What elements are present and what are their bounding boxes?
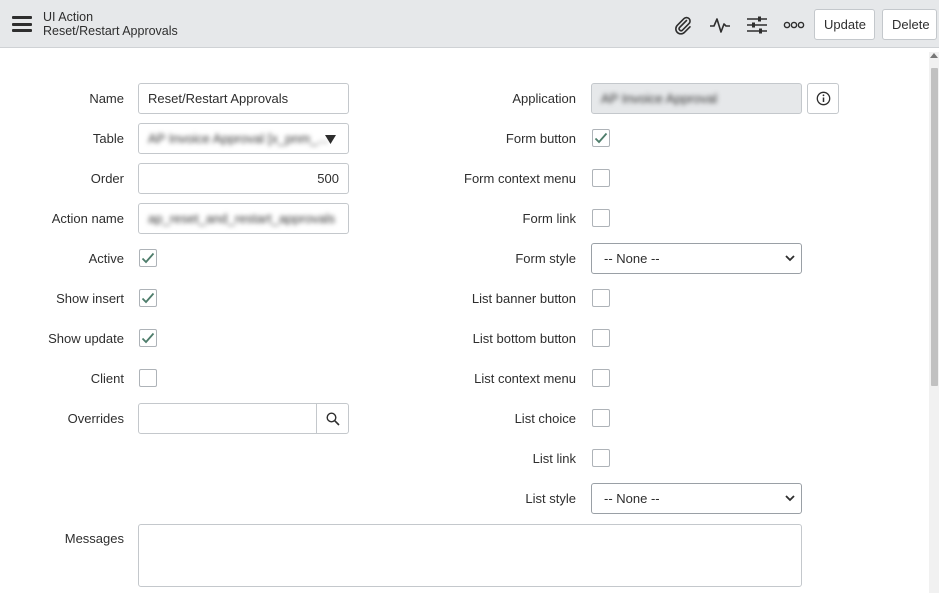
action-name-label: Action name bbox=[51, 211, 124, 226]
list-style-value: -- None -- bbox=[604, 491, 660, 506]
form-button-checkbox[interactable] bbox=[592, 129, 610, 147]
checkmark-icon bbox=[141, 332, 155, 344]
order-input[interactable]: 500 bbox=[138, 163, 349, 194]
record-name-subtitle: Reset/Restart Approvals bbox=[43, 24, 178, 38]
messages-label: Messages bbox=[64, 531, 124, 546]
overrides-input[interactable] bbox=[138, 403, 318, 434]
chevron-down-icon bbox=[785, 495, 795, 502]
more-icon[interactable] bbox=[782, 13, 806, 37]
table-label: Table bbox=[92, 131, 124, 146]
checkmark-icon bbox=[594, 132, 608, 144]
list-style-label: List style bbox=[525, 491, 576, 506]
activity-icon[interactable] bbox=[708, 13, 732, 37]
form-header: UI Action Reset/Restart Approvals Update… bbox=[0, 0, 939, 48]
overrides-label: Overrides bbox=[67, 411, 124, 426]
list-choice-label: List choice bbox=[514, 411, 576, 426]
list-choice-checkbox[interactable] bbox=[592, 409, 610, 427]
list-context-menu-checkbox[interactable] bbox=[592, 369, 610, 387]
client-checkbox[interactable] bbox=[139, 369, 157, 387]
record-type-title: UI Action bbox=[43, 10, 94, 24]
list-bottom-button-checkbox[interactable] bbox=[592, 329, 610, 347]
sliders-icon[interactable] bbox=[745, 13, 769, 37]
order-label: Order bbox=[90, 171, 124, 186]
form-link-checkbox[interactable] bbox=[592, 209, 610, 227]
delete-button[interactable]: Delete bbox=[882, 9, 937, 40]
list-banner-button-checkbox[interactable] bbox=[592, 289, 610, 307]
paperclip-icon[interactable] bbox=[671, 13, 695, 37]
name-input[interactable]: Reset/Restart Approvals bbox=[138, 83, 349, 114]
dropdown-arrow-icon bbox=[325, 135, 336, 144]
list-link-label: List link bbox=[532, 451, 576, 466]
application-info-button[interactable] bbox=[807, 83, 839, 114]
update-button[interactable]: Update bbox=[814, 9, 875, 40]
form-style-select[interactable]: -- None -- bbox=[591, 243, 802, 274]
list-style-select[interactable]: -- None -- bbox=[591, 483, 802, 514]
scroll-up-arrow-icon[interactable] bbox=[930, 53, 938, 58]
list-banner-button-label: List banner button bbox=[471, 291, 576, 306]
show-update-checkbox[interactable] bbox=[139, 329, 157, 347]
overrides-lookup-button[interactable] bbox=[316, 403, 349, 434]
application-value: AP Invoice Approval bbox=[601, 91, 718, 106]
checkmark-icon bbox=[141, 252, 155, 264]
scrollbar-thumb[interactable] bbox=[931, 68, 938, 386]
table-value: AP Invoice Approval [x_pnm_... bbox=[148, 131, 329, 146]
active-checkbox[interactable] bbox=[139, 249, 157, 267]
table-select[interactable]: AP Invoice Approval [x_pnm_... bbox=[138, 123, 349, 154]
menu-icon[interactable] bbox=[12, 16, 32, 32]
action-name-value: ap_reset_and_restart_approvals bbox=[148, 211, 336, 226]
form-style-value: -- None -- bbox=[604, 251, 660, 266]
action-name-input[interactable]: ap_reset_and_restart_approvals bbox=[138, 203, 349, 234]
show-insert-checkbox[interactable] bbox=[139, 289, 157, 307]
application-label: Application bbox=[512, 91, 576, 106]
list-bottom-button-label: List bottom button bbox=[472, 331, 576, 346]
form-context-menu-checkbox[interactable] bbox=[592, 169, 610, 187]
checkmark-icon bbox=[141, 292, 155, 304]
form-style-label: Form style bbox=[515, 251, 576, 266]
form-link-label: Form link bbox=[522, 211, 576, 226]
show-update-label: Show update bbox=[48, 331, 124, 346]
name-label: Name bbox=[89, 91, 124, 106]
application-input: AP Invoice Approval bbox=[591, 83, 802, 114]
client-label: Client bbox=[90, 371, 124, 386]
info-icon bbox=[816, 91, 831, 106]
form-context-menu-label: Form context menu bbox=[464, 171, 576, 186]
chevron-down-icon bbox=[785, 255, 795, 262]
active-label: Active bbox=[88, 251, 124, 266]
show-insert-label: Show insert bbox=[56, 291, 124, 306]
messages-textarea[interactable] bbox=[138, 524, 802, 587]
list-context-menu-label: List context menu bbox=[474, 371, 576, 386]
search-icon bbox=[326, 412, 340, 426]
form-button-label: Form button bbox=[505, 131, 576, 146]
list-link-checkbox[interactable] bbox=[592, 449, 610, 467]
